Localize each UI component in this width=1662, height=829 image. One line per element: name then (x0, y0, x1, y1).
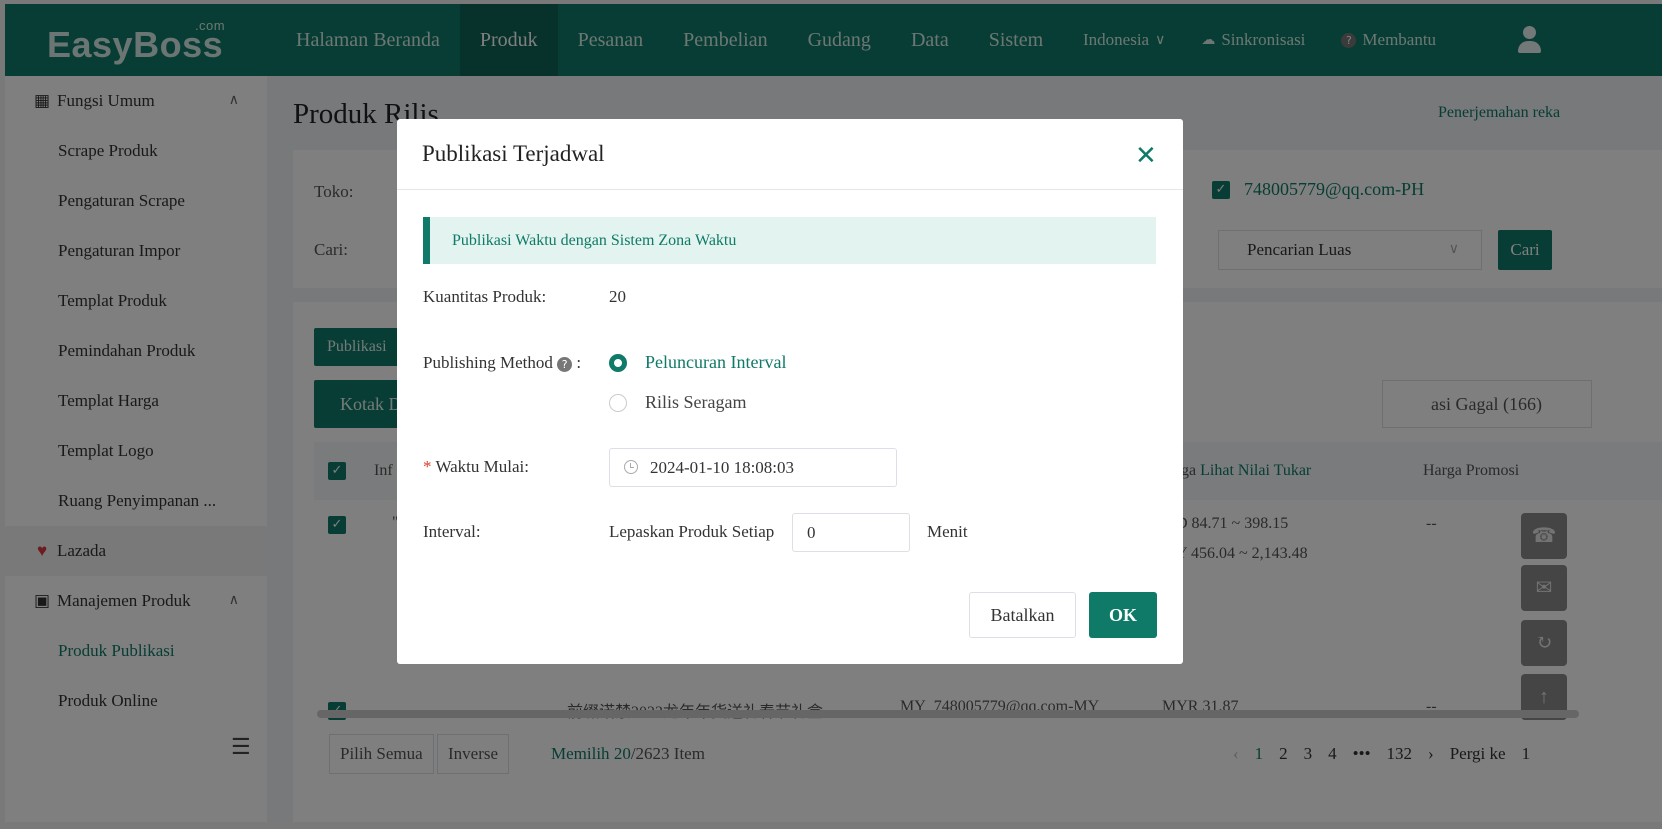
radio-interval-launch[interactable]: Peluncuran Interval (609, 352, 786, 373)
start-time-label: * Waktu Mulai: (423, 457, 529, 477)
clock-icon (624, 460, 638, 474)
radio-checked-icon (609, 353, 627, 372)
interval-input[interactable]: 0 (792, 513, 910, 552)
radio-uniform-label: Rilis Seragam (645, 392, 747, 412)
interval-label: Interval: (423, 522, 481, 541)
quantity-label: Kuantitas Produk: (423, 287, 547, 306)
quantity-value: 20 (609, 287, 626, 306)
start-time-value: 2024-01-10 18:08:03 (650, 458, 795, 477)
start-time-label-text: Waktu Mulai: (435, 457, 529, 476)
cancel-button[interactable]: Batalkan (969, 592, 1076, 638)
start-time-picker[interactable]: 2024-01-10 18:08:03 (609, 448, 897, 487)
interval-prefix: Lepaskan Produk Setiap (609, 522, 775, 541)
method-label-text: Publishing Method (423, 353, 553, 372)
radio-unchecked-icon (609, 393, 627, 412)
method-label-suffix: : (572, 353, 582, 372)
dialog-title: Publikasi Terjadwal (422, 141, 605, 166)
question-icon[interactable]: ? (557, 356, 573, 372)
interval-unit: Menit (927, 522, 968, 541)
dialog-divider (397, 189, 1183, 190)
ok-button[interactable]: OK (1089, 592, 1157, 638)
timezone-info-banner: Publikasi Waktu dengan Sistem Zona Waktu (423, 217, 1156, 264)
radio-interval-label: Peluncuran Interval (645, 352, 787, 372)
required-asterisk: * (423, 457, 432, 476)
scheduled-publish-dialog: Publikasi Terjadwal ✕ Publikasi Waktu de… (397, 119, 1183, 664)
method-label: Publishing Method ? : (423, 353, 581, 373)
radio-uniform-release[interactable]: Rilis Seragam (609, 392, 747, 413)
close-icon[interactable]: ✕ (1135, 143, 1157, 169)
